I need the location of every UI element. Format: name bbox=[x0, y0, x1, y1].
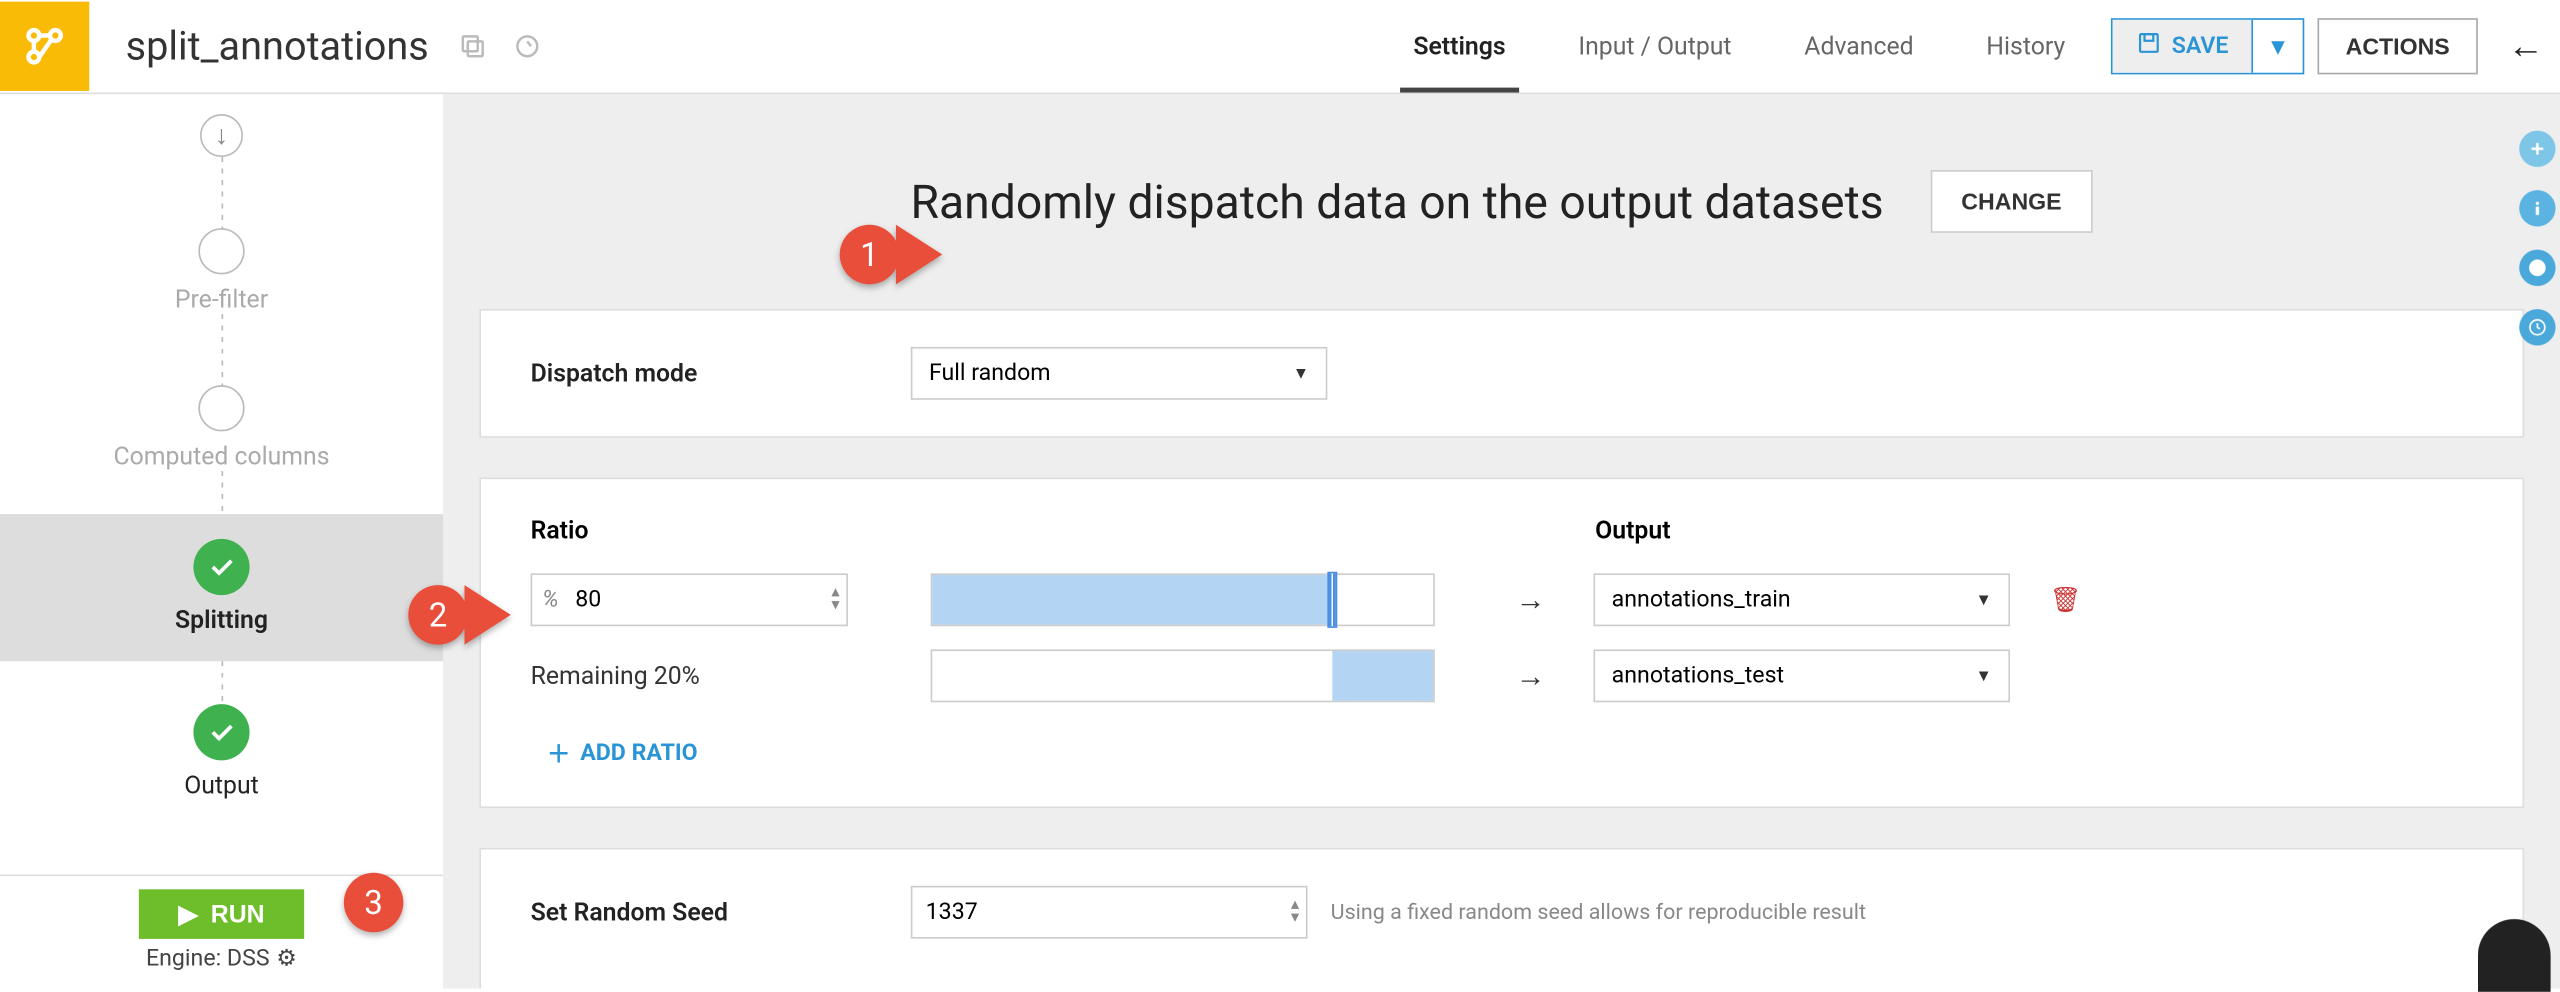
main-content: Randomly dispatch data on the output dat… bbox=[443, 94, 2560, 988]
plus-icon: ＋ bbox=[547, 737, 570, 770]
check-icon bbox=[193, 539, 249, 595]
spinner-icon[interactable]: ▴▾ bbox=[1291, 899, 1299, 925]
run-button[interactable]: ▶RUN bbox=[139, 889, 304, 939]
step-sidebar: ↓ Pre-filter Computed columns Splitting … bbox=[0, 94, 443, 988]
ratio-slider-remaining bbox=[931, 650, 1435, 703]
output-header: Output bbox=[1595, 516, 1670, 546]
ratio-slider[interactable] bbox=[931, 574, 1435, 627]
tab-input-output[interactable]: Input / Output bbox=[1578, 2, 1731, 91]
tab-advanced[interactable]: Advanced bbox=[1804, 2, 1913, 91]
dispatch-panel: Dispatch mode Full random▼ bbox=[479, 309, 2524, 438]
step-computed-columns[interactable]: Computed columns bbox=[113, 387, 329, 471]
check-icon bbox=[193, 704, 249, 760]
tab-history[interactable]: History bbox=[1986, 2, 2065, 91]
arrow-right-icon: → bbox=[1481, 659, 1580, 694]
rail-info-icon[interactable] bbox=[2519, 190, 2555, 226]
recipe-title: split_annotations bbox=[126, 23, 429, 69]
trash-icon[interactable]: 🗑 bbox=[2050, 585, 2081, 615]
change-button[interactable]: CHANGE bbox=[1930, 170, 2093, 233]
callout-2: 2 bbox=[408, 585, 468, 645]
tab-settings[interactable]: Settings bbox=[1413, 2, 1505, 91]
arrow-right-icon: → bbox=[1481, 583, 1580, 618]
rail-clock-icon[interactable] bbox=[2519, 309, 2555, 345]
ratio-panel: Ratio Output % 80 ▴▾ → annotatio bbox=[479, 478, 2524, 809]
arrow-down-icon: ↓ bbox=[200, 114, 243, 157]
copy-icon[interactable] bbox=[459, 31, 489, 61]
ratio-row-remaining: Remaining 20% → annotations_test▼ bbox=[531, 648, 2473, 704]
tab-row: Settings Input / Output Advanced History bbox=[1413, 0, 2065, 93]
top-bar: split_annotations Settings Input / Outpu… bbox=[0, 0, 2560, 94]
engine-label[interactable]: Engine: DSS ⚙ bbox=[146, 946, 297, 972]
step-output[interactable]: Output bbox=[184, 704, 259, 800]
actions-button[interactable]: ACTIONS bbox=[2318, 18, 2478, 74]
output-select[interactable]: annotations_train▼ bbox=[1593, 574, 2010, 627]
callout-3: 3 bbox=[344, 873, 404, 933]
rail-chat-icon[interactable] bbox=[2519, 250, 2555, 286]
save-icon bbox=[2135, 30, 2161, 63]
dispatch-mode-label: Dispatch mode bbox=[531, 359, 911, 389]
output-select[interactable]: annotations_test▼ bbox=[1593, 650, 2010, 703]
recipe-icon bbox=[0, 2, 89, 91]
ratio-row: % 80 ▴▾ → annotations_train▼ 🗑 bbox=[531, 572, 2473, 628]
step-splitting[interactable]: Splitting bbox=[0, 514, 443, 661]
dispatch-mode-select[interactable]: Full random▼ bbox=[911, 347, 1328, 400]
seed-panel: Set Random Seed 1337 ▴▾ Using a fixed ra… bbox=[479, 848, 2524, 989]
remaining-label: Remaining 20% bbox=[531, 661, 848, 691]
play-icon: ▶ bbox=[178, 899, 197, 929]
save-dropdown[interactable]: ▼ bbox=[2253, 32, 2302, 60]
seed-help: Using a fixed random seed allows for rep… bbox=[1331, 900, 1866, 925]
chevron-down-icon: ▼ bbox=[1975, 591, 1991, 609]
chevron-down-icon: ▼ bbox=[1293, 364, 1309, 382]
seed-input[interactable]: 1337 ▴▾ bbox=[911, 886, 1308, 939]
page-title: Randomly dispatch data on the output dat… bbox=[910, 174, 1883, 229]
ratio-input[interactable]: % 80 ▴▾ bbox=[531, 574, 848, 627]
chat-bubble-icon[interactable] bbox=[2478, 919, 2551, 992]
save-button[interactable]: SAVE ▼ bbox=[2111, 18, 2305, 74]
right-rail bbox=[2514, 94, 2560, 345]
step-pre-filter[interactable]: Pre-filter bbox=[175, 230, 268, 314]
ratio-header: Ratio bbox=[531, 516, 1596, 546]
seed-label: Set Random Seed bbox=[531, 898, 911, 928]
rail-add-icon[interactable] bbox=[2519, 131, 2555, 167]
chevron-down-icon: ▼ bbox=[1975, 667, 1991, 685]
refresh-icon[interactable] bbox=[513, 31, 543, 61]
callout-1: 1 bbox=[840, 225, 900, 285]
add-ratio-button[interactable]: ＋ADD RATIO bbox=[547, 737, 2473, 770]
back-arrow-icon[interactable]: ← bbox=[2504, 25, 2547, 68]
gear-icon: ⚙ bbox=[276, 946, 297, 972]
spinner-icon[interactable]: ▴▾ bbox=[831, 587, 839, 613]
